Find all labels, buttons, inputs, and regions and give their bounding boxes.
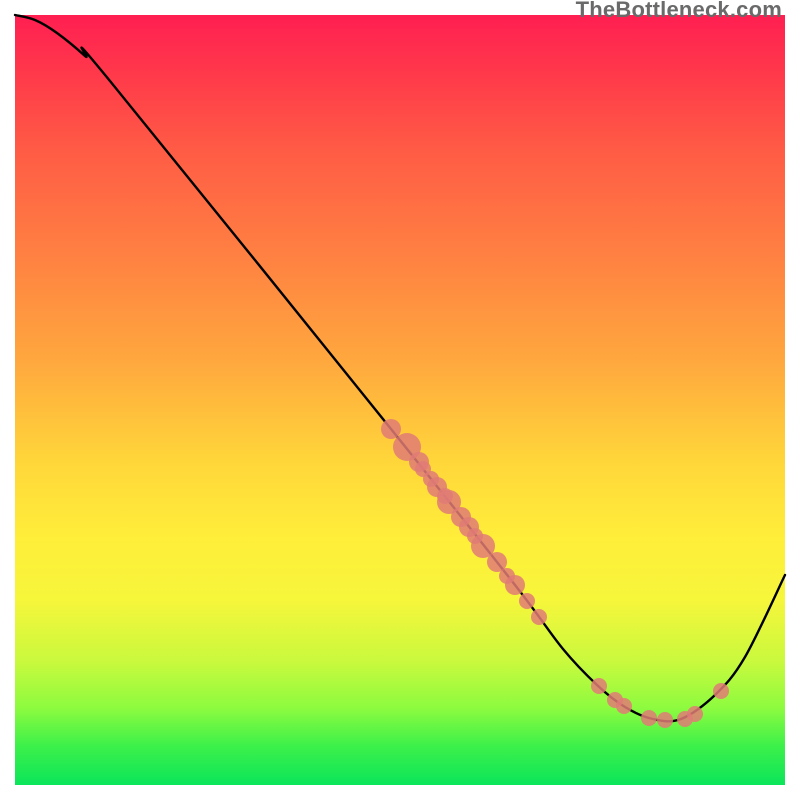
data-point	[505, 575, 525, 595]
data-point	[657, 712, 673, 728]
dots-group	[381, 419, 729, 728]
data-point	[591, 678, 607, 694]
data-point	[687, 706, 703, 722]
data-point	[381, 419, 401, 439]
data-point	[641, 710, 657, 726]
bottleneck-curve	[15, 15, 785, 721]
data-point	[713, 683, 729, 699]
data-point	[519, 593, 535, 609]
data-point	[531, 609, 547, 625]
curve-group	[15, 15, 785, 721]
chart-svg	[15, 15, 785, 785]
data-point	[616, 698, 632, 714]
bottleneck-chart: TheBottleneck.com	[0, 0, 800, 800]
